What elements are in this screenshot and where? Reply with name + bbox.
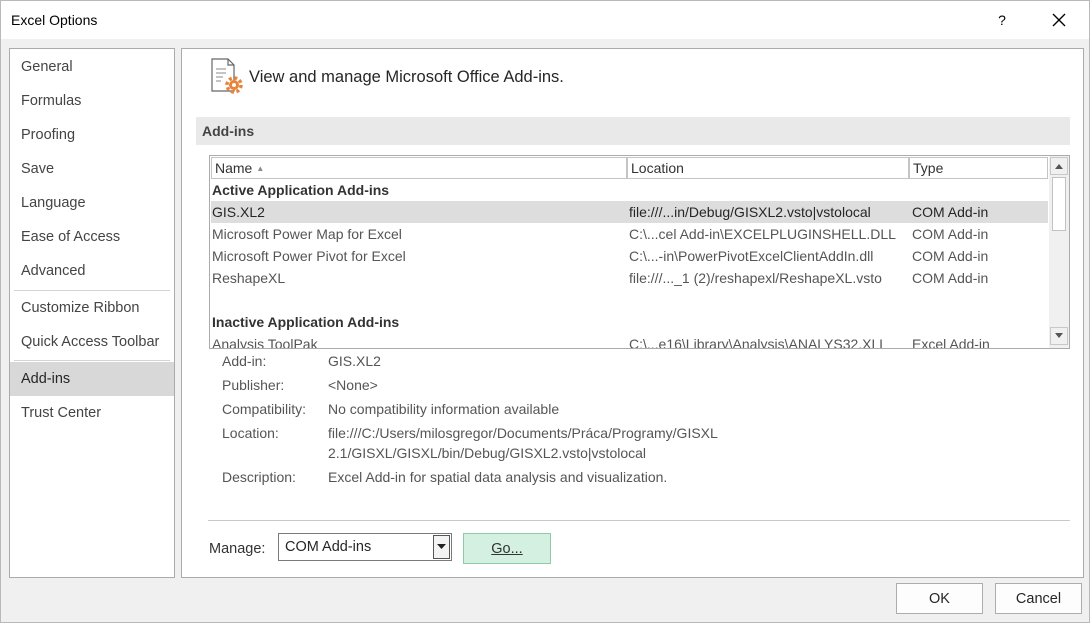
group-header-inactive: Inactive Application Add-ins [212,314,400,330]
divider [208,520,1070,521]
cell-type: COM Add-in [912,204,989,220]
nav-item-general[interactable]: General [10,50,174,84]
column-header-location[interactable]: Location [627,157,909,179]
add-ins-settings-icon [211,58,243,94]
cell-location: file:///..._1 (2)/reshapexl/ReshapeXL.vs… [629,270,882,286]
sort-ascending-icon: ▲ [256,163,265,173]
cell-name: Microsoft Power Pivot for Excel [212,248,406,264]
detail-label-add-in: Add-in: [222,353,267,369]
nav-item-proofing[interactable]: Proofing [10,118,174,152]
table-row[interactable]: GIS.XL2 file:///...in/Debug/GISXL2.vsto|… [211,201,1048,223]
nav-item-customize-ribbon[interactable]: Customize Ribbon [10,291,174,325]
page-heading: View and manage Microsoft Office Add-ins… [249,68,564,86]
table-row[interactable]: ReshapeXL file:///..._1 (2)/reshapexl/Re… [211,267,1048,289]
detail-value-location-line2: 2.1/GISXL/GISXL/bin/Debug/GISXL2.vsto|vs… [328,445,647,461]
scroll-up-icon [1055,164,1063,169]
column-header-type[interactable]: Type [909,157,1048,179]
scroll-down-icon [1055,333,1063,338]
table-row[interactable]: Analysis ToolPak C:\...e16\Library\Analy… [211,333,1048,349]
detail-value-add-in: GIS.XL2 [328,353,381,369]
nav-item-save[interactable]: Save [10,152,174,186]
cancel-button[interactable]: Cancel [995,583,1082,614]
nav-item-language[interactable]: Language [10,186,174,220]
title-bar: Excel Options ? [1,1,1089,39]
excel-options-dialog: Excel Options ? General Formulas Proofin… [0,0,1090,623]
detail-value-location-line1: file:///C:/Users/milosgregor/Documents/P… [328,425,718,441]
detail-value-publisher: <None> [328,377,378,393]
nav-item-quick-access-toolbar[interactable]: Quick Access Toolbar [10,325,174,359]
manage-dropdown-value: COM Add-ins [285,539,372,555]
nav-item-advanced[interactable]: Advanced [10,254,174,288]
table-row[interactable]: Microsoft Power Pivot for Excel C:\...-i… [211,245,1048,267]
detail-label-compatibility: Compatibility: [222,401,307,417]
cell-type: Excel Add-in [912,336,990,349]
dropdown-arrow-button[interactable] [433,535,450,559]
dialog-title: Excel Options [11,12,98,28]
cell-name: Analysis ToolPak [212,336,318,349]
add-ins-list[interactable]: Name ▲ Location Type Active Application … [209,155,1070,349]
detail-label-publisher: Publisher: [222,377,285,393]
options-navigation: General Formulas Proofing Save Language … [9,48,175,578]
scroll-down-button[interactable] [1050,327,1068,345]
manage-label: Manage: [209,541,266,557]
manage-dropdown[interactable]: COM Add-ins [278,533,452,561]
cell-type: COM Add-in [912,248,989,264]
cell-name: Microsoft Power Map for Excel [212,226,402,242]
nav-item-formulas[interactable]: Formulas [10,84,174,118]
table-row[interactable]: Microsoft Power Map for Excel C:\...cel … [211,223,1048,245]
go-button[interactable]: Go... [463,533,551,564]
nav-item-ease-of-access[interactable]: Ease of Access [10,220,174,254]
cell-name: GIS.XL2 [212,204,265,220]
chevron-down-icon [437,544,446,549]
nav-item-trust-center[interactable]: Trust Center [10,396,174,430]
detail-value-compatibility: No compatibility information available [328,401,560,417]
vertical-scrollbar[interactable] [1049,156,1069,348]
column-header-name-label: Name [215,160,253,176]
nav-divider [14,360,170,361]
scroll-thumb[interactable] [1052,177,1066,231]
section-header: Add-ins [196,117,1070,145]
cell-type: COM Add-in [912,226,989,242]
detail-label-location: Location: [222,425,279,441]
add-ins-panel: View and manage Microsoft Office Add-ins… [181,48,1084,578]
cell-location: C:\...cel Add-in\EXCELPLUGINSHELL.DLL [629,226,896,242]
ok-button[interactable]: OK [896,583,983,614]
help-button[interactable]: ? [985,5,1019,35]
cell-location: C:\...e16\Library\Analysis\ANALYS32.XLL [629,336,888,349]
detail-value-description: Excel Add-in for spatial data analysis a… [328,469,668,485]
cell-location: C:\...-in\PowerPivotExcelClientAddIn.dll [629,248,874,264]
group-header-active: Active Application Add-ins [212,182,390,198]
column-header-name[interactable]: Name ▲ [211,157,627,179]
close-icon [1052,13,1066,27]
cell-type: COM Add-in [912,270,989,286]
cell-location: file:///...in/Debug/GISXL2.vsto|vstoloca… [629,204,871,220]
scroll-up-button[interactable] [1050,157,1068,175]
detail-label-description: Description: [222,469,296,485]
cell-name: ReshapeXL [212,270,286,286]
close-button[interactable] [1041,5,1077,35]
nav-item-add-ins[interactable]: Add-ins [10,362,174,396]
